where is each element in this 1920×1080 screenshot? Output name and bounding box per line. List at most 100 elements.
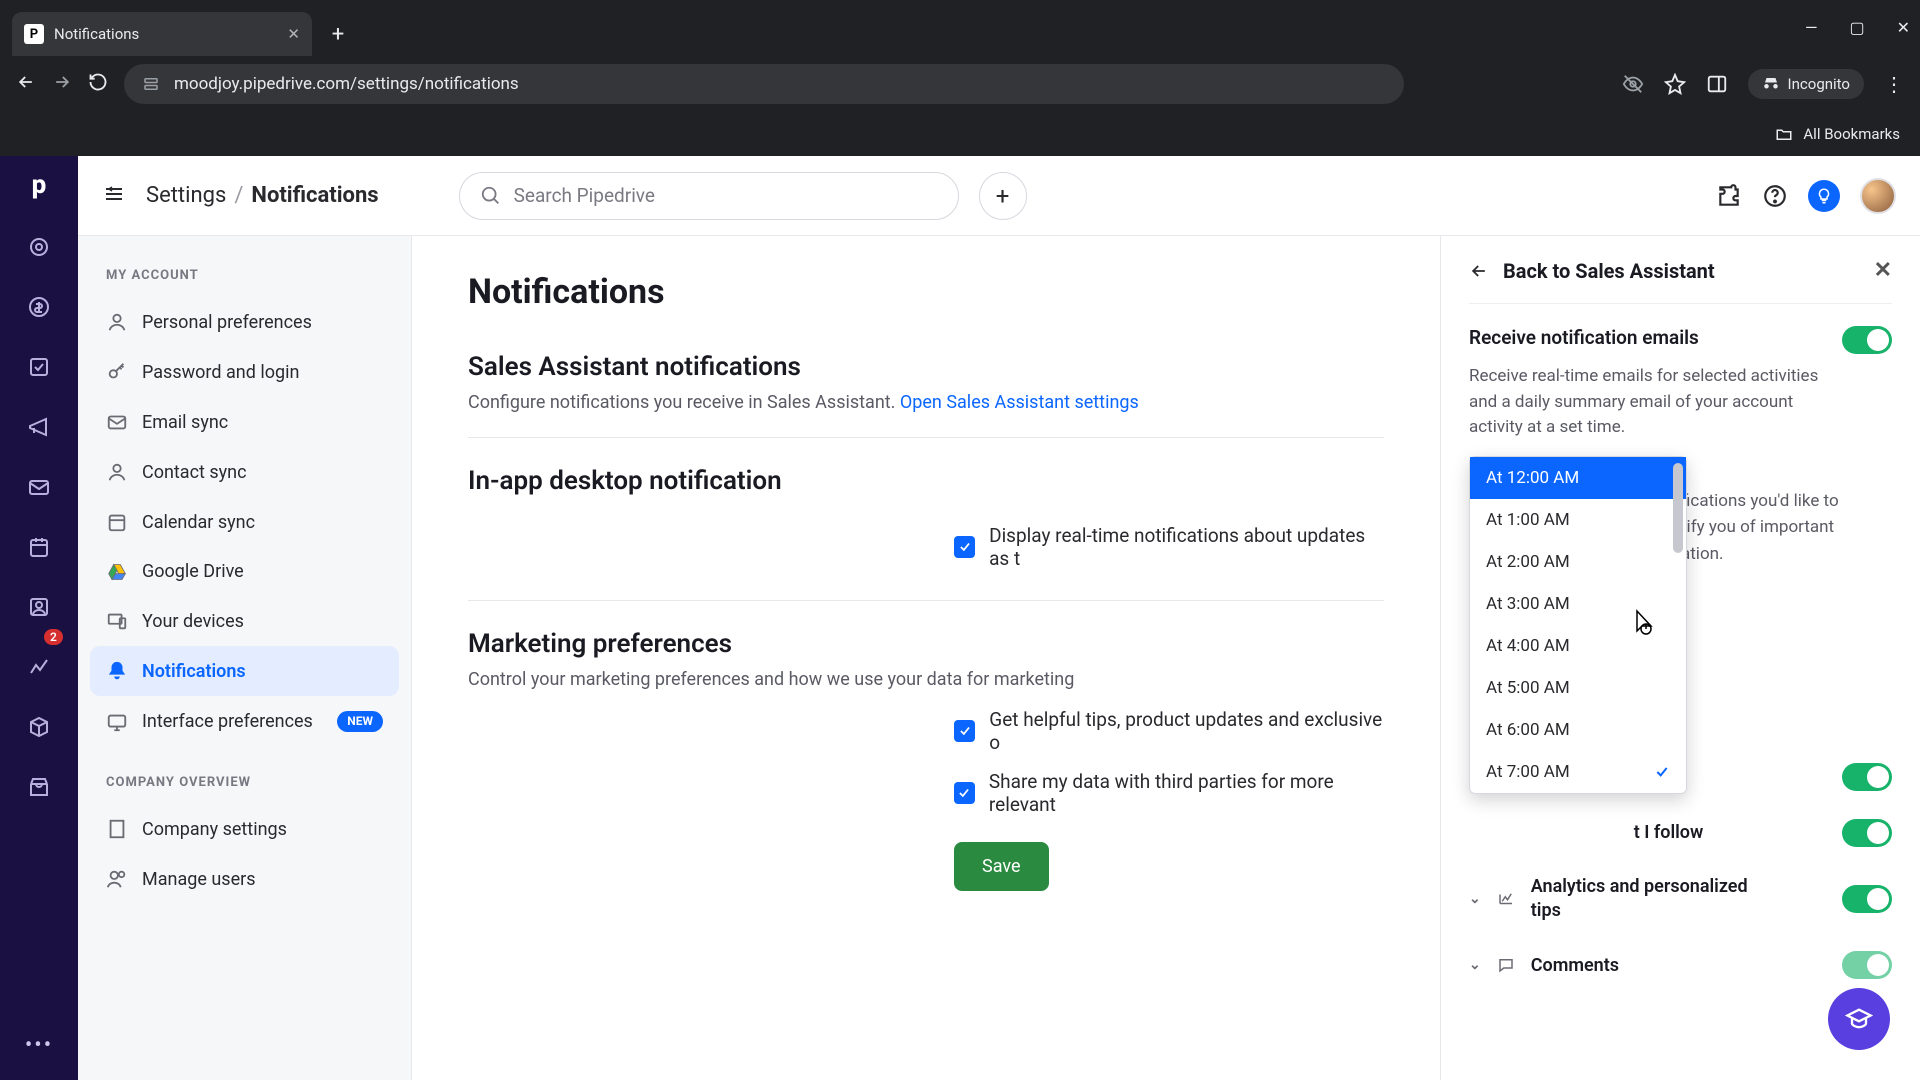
avatar[interactable] bbox=[1860, 178, 1896, 214]
eye-off-icon[interactable] bbox=[1622, 73, 1644, 95]
assistant-icon[interactable] bbox=[1808, 180, 1840, 212]
checkbox-row[interactable]: Display real-time notifications about up… bbox=[468, 506, 1384, 576]
acc-item[interactable]: t I follow bbox=[1469, 805, 1892, 861]
section-sales-assistant: Sales Assistant notifications Configure … bbox=[468, 352, 1384, 437]
toggle-emails[interactable] bbox=[1842, 326, 1892, 354]
sidebar-item-company[interactable]: Company settings bbox=[90, 804, 399, 854]
dropdown-item[interactable]: At 6:00 AM bbox=[1470, 709, 1686, 751]
add-button[interactable]: + bbox=[979, 172, 1027, 220]
time-dropdown[interactable]: At 12:00 AM At 1:00 AM At 2:00 AM At 3:0… bbox=[1469, 456, 1687, 794]
dropdown-item[interactable]: At 7:00 AM bbox=[1470, 751, 1686, 793]
dropdown-item[interactable]: At 2:00 AM bbox=[1470, 541, 1686, 583]
dropdown-item[interactable]: At 3:00 AM bbox=[1470, 583, 1686, 625]
sidebar-item-devices[interactable]: Your devices bbox=[90, 596, 399, 646]
sidebar-heading-account: MY ACCOUNT bbox=[90, 260, 399, 297]
acc-item-comments[interactable]: ⌄ Comments bbox=[1469, 937, 1892, 993]
sidebar-item-personal[interactable]: Personal preferences bbox=[90, 297, 399, 347]
forward-icon[interactable] bbox=[52, 72, 72, 97]
tab-close-icon[interactable]: ✕ bbox=[287, 25, 300, 43]
rail-check-icon[interactable] bbox=[26, 354, 52, 380]
side-panel-icon[interactable] bbox=[1706, 73, 1728, 95]
checkbox-row[interactable]: Get helpful tips, product updates and ex… bbox=[468, 690, 1384, 760]
nav-rail: p 2 ••• bbox=[0, 156, 78, 1080]
sidebar-item-calendar-sync[interactable]: Calendar sync bbox=[90, 497, 399, 547]
rail-calendar-icon[interactable] bbox=[26, 534, 52, 560]
dropdown-item[interactable]: At 1:00 AM bbox=[1470, 499, 1686, 541]
kebab-icon[interactable]: ⋮ bbox=[1884, 72, 1904, 96]
sidebar-item-password[interactable]: Password and login bbox=[90, 347, 399, 397]
rail-campaign-icon[interactable] bbox=[26, 414, 52, 440]
breadcrumb: Settings / Notifications bbox=[146, 183, 379, 208]
acc-item-analytics[interactable]: ⌄ Analytics and personalized tips bbox=[1469, 861, 1892, 938]
content-wrap: Settings / Notifications Search Pipedriv… bbox=[78, 156, 1920, 1080]
open-assistant-link[interactable]: Open Sales Assistant settings bbox=[900, 392, 1139, 413]
all-bookmarks[interactable]: All Bookmarks bbox=[1803, 125, 1900, 143]
toggle[interactable] bbox=[1842, 819, 1892, 847]
rail-contacts-icon[interactable] bbox=[26, 594, 52, 620]
section-desc: Configure notifications you receive in S… bbox=[468, 392, 1384, 413]
sidebar-item-contact-sync[interactable]: Contact sync bbox=[90, 447, 399, 497]
rail-market-icon[interactable] bbox=[26, 774, 52, 800]
dropdown-item[interactable]: At 4:00 AM bbox=[1470, 625, 1686, 667]
checkbox-icon[interactable] bbox=[954, 782, 975, 804]
new-badge: NEW bbox=[337, 711, 383, 733]
section-desc: Control your marketing preferences and h… bbox=[468, 669, 1384, 690]
reload-icon[interactable] bbox=[88, 72, 108, 97]
academy-fab[interactable] bbox=[1828, 988, 1890, 1050]
star-icon[interactable] bbox=[1664, 73, 1686, 95]
incognito-label: Incognito bbox=[1788, 75, 1850, 93]
rail-products-icon[interactable] bbox=[26, 714, 52, 740]
topbar: Settings / Notifications Search Pipedriv… bbox=[78, 156, 1920, 236]
crumb-parent[interactable]: Settings bbox=[146, 183, 226, 208]
checkbox-label: Get helpful tips, product updates and ex… bbox=[989, 708, 1384, 754]
sidebar-item-email[interactable]: Email sync bbox=[90, 397, 399, 447]
toggle[interactable] bbox=[1842, 763, 1892, 791]
dropdown-item[interactable]: At 12:00 AM bbox=[1470, 457, 1686, 499]
acc-label: Comments bbox=[1531, 955, 1619, 976]
puzzle-icon[interactable] bbox=[1716, 183, 1742, 209]
sidebar-item-gdrive[interactable]: Google Drive bbox=[90, 547, 399, 596]
sidebar-toggle-icon[interactable] bbox=[102, 182, 126, 210]
back-icon[interactable] bbox=[16, 72, 36, 97]
toggle[interactable] bbox=[1842, 951, 1892, 979]
help-icon[interactable] bbox=[1762, 183, 1788, 209]
sidebar-item-manage-users[interactable]: Manage users bbox=[90, 854, 399, 904]
search-icon bbox=[480, 185, 502, 207]
sidebar-item-label: Interface preferences bbox=[142, 710, 313, 733]
logo[interactable]: p bbox=[32, 170, 47, 200]
rail-more-icon[interactable]: ••• bbox=[25, 1033, 53, 1058]
close-panel-icon[interactable]: ✕ bbox=[1874, 258, 1892, 283]
sidebar-item-interface[interactable]: Interface preferences NEW bbox=[90, 696, 399, 747]
back-arrow-icon[interactable] bbox=[1469, 261, 1489, 281]
sidebar-heading-company: COMPANY OVERVIEW bbox=[90, 767, 399, 804]
tab-bar: P Notifications ✕ + ― ▢ ✕ bbox=[0, 0, 1920, 56]
save-button[interactable]: Save bbox=[954, 842, 1049, 891]
checkbox-icon[interactable] bbox=[954, 720, 975, 742]
url-field[interactable]: moodjoy.pipedrive.com/settings/notificat… bbox=[124, 64, 1404, 104]
maximize-icon[interactable]: ▢ bbox=[1849, 18, 1864, 37]
rail-insights-icon[interactable] bbox=[26, 654, 52, 680]
section-title: Marketing preferences bbox=[468, 629, 1384, 659]
app: p 2 ••• Settings / Notifications Search … bbox=[0, 156, 1920, 1080]
rail-target-icon[interactable] bbox=[26, 234, 52, 260]
browser-tab[interactable]: P Notifications ✕ bbox=[12, 12, 312, 56]
close-window-icon[interactable]: ✕ bbox=[1897, 18, 1910, 37]
rail-money-icon[interactable] bbox=[26, 294, 52, 320]
incognito-icon bbox=[1762, 75, 1780, 93]
rail-mail-icon[interactable] bbox=[26, 474, 52, 500]
toggle[interactable] bbox=[1842, 885, 1892, 913]
checkbox-icon[interactable] bbox=[954, 536, 975, 558]
panel-header: Back to Sales Assistant ✕ bbox=[1469, 258, 1892, 304]
checkbox-row[interactable]: Share my data with third parties for mor… bbox=[468, 760, 1384, 822]
panel-title[interactable]: Back to Sales Assistant bbox=[1503, 259, 1715, 283]
dropdown-scrollbar[interactable] bbox=[1673, 463, 1683, 553]
page-title: Notifications bbox=[468, 272, 1384, 312]
new-tab-button[interactable]: + bbox=[320, 16, 356, 52]
dropdown-item[interactable]: At 5:00 AM bbox=[1470, 667, 1686, 709]
minimize-icon[interactable]: ― bbox=[1805, 18, 1818, 37]
sidebar-item-notifications[interactable]: Notifications bbox=[90, 646, 399, 696]
acc-label: Analytics and personalized tips bbox=[1531, 875, 1761, 924]
incognito-badge[interactable]: Incognito bbox=[1748, 69, 1864, 99]
search-input[interactable]: Search Pipedrive bbox=[459, 172, 959, 220]
chart-icon bbox=[1495, 890, 1517, 908]
